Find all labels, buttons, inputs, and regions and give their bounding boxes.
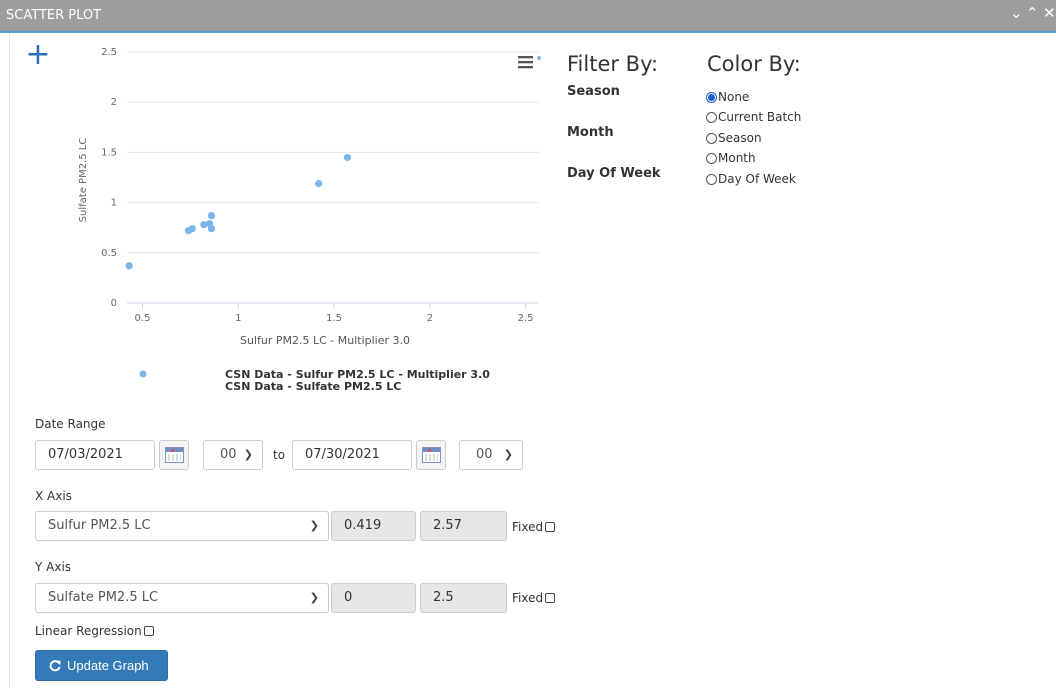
add-plus-button[interactable]: + [24, 40, 52, 70]
linear-regression-checkbox[interactable] [143, 626, 154, 636]
y-tick-label: 0.5 [101, 248, 117, 259]
x-axis-min-input[interactable]: 0.419 [331, 511, 416, 541]
x-axis-max-input[interactable]: 2.57 [420, 511, 507, 541]
y-tick-label: 2.5 [101, 47, 117, 58]
scatter-plot-panel: SCATTER PLOT ⌄ ⌃ ✕ + 0 0.5 1 1.5 2 2.5 0.5 1 1.5… [0, 0, 1056, 688]
chevron-down-icon: ❯ [309, 519, 319, 532]
start-date-input[interactable]: 07/03/2021 [35, 440, 155, 470]
end-date-input[interactable]: 07/30/2021 [292, 440, 412, 470]
panel-title: SCATTER PLOT [6, 8, 102, 23]
scatter-point[interactable] [315, 179, 323, 188]
radio-none[interactable] [706, 91, 717, 103]
y-axis-title: Sulfate PM2.5 LC [78, 138, 89, 223]
color-by-option-current-batch[interactable]: Current Batch [706, 110, 801, 124]
calendar-icon [422, 447, 441, 463]
legend-marker [139, 370, 147, 378]
x-axis-variable-select[interactable]: Sulfur PM2.5 LC ❯ [35, 511, 329, 541]
chevron-down-icon[interactable]: ⌄ [1010, 3, 1023, 23]
color-by-option-day-of-week[interactable]: Day Of Week [706, 172, 796, 186]
y-axis-max-input[interactable]: 2.5 [420, 583, 507, 613]
color-by-heading: Color By: [707, 52, 801, 76]
start-date-calendar-button[interactable] [159, 440, 189, 470]
end-date-calendar-button[interactable] [416, 440, 446, 470]
x-tick-label: 1.5 [326, 313, 342, 324]
scatter-point[interactable] [188, 225, 196, 233]
scatter-chart: 0 0.5 1 1.5 2 2.5 0.5 1 1.5 2 2.5 Sulfate PM2.5 LC… [78, 47, 541, 393]
color-by-option-season[interactable]: Season [706, 131, 762, 145]
x-axis-label: X Axis [35, 489, 72, 503]
x-axis-fixed-checkbox[interactable] [545, 522, 556, 532]
x-axis-title: Sulfur PM2.5 LC - Multiplier 3.0 [240, 334, 410, 347]
y-tick-label: 2 [111, 97, 117, 108]
to-label: to [273, 448, 286, 462]
chevron-down-icon: ❯ [309, 591, 319, 604]
scatter-point[interactable] [125, 262, 133, 270]
chevron-down-icon: ❯ [243, 448, 253, 461]
y-axis-min-input[interactable]: 0 [331, 583, 416, 613]
title-bar: SCATTER PLOT ⌄ ⌃ ✕ [0, 0, 1056, 33]
start-hour-select[interactable]: 00 ❯ [203, 440, 263, 470]
radio-current-batch[interactable] [706, 111, 717, 123]
chevron-down-icon: ❯ [503, 448, 513, 461]
linear-regression-toggle[interactable]: Linear Regression [35, 624, 154, 638]
scatter-point[interactable] [343, 153, 352, 162]
y-axis-label: Y Axis [35, 560, 72, 574]
date-range-label: Date Range [35, 417, 106, 431]
y-tick-label: 1.5 [101, 147, 117, 158]
close-icon[interactable]: ✕ [1043, 3, 1056, 23]
filter-season[interactable]: Season [567, 84, 620, 99]
y-tick-label: 1 [111, 198, 117, 209]
x-tick-label: 1 [235, 313, 241, 324]
radio-day-of-week[interactable] [706, 173, 717, 185]
legend-item-2: CSN Data - Sulfate PM2.5 LC [225, 380, 401, 393]
y-axis-fixed-toggle[interactable]: Fixed [512, 591, 556, 605]
y-tick-label: 0 [111, 298, 117, 309]
radio-season[interactable] [706, 132, 717, 144]
scatter-point[interactable] [207, 212, 216, 220]
chart-menu-icon[interactable] [518, 56, 533, 69]
x-tick-label: 0.5 [135, 313, 151, 324]
color-by-option-none[interactable]: None [706, 90, 749, 104]
chevron-up-icon[interactable]: ⌃ [1026, 3, 1039, 23]
x-tick-label: 2.5 [518, 313, 534, 324]
scatter-point[interactable] [207, 225, 216, 233]
calendar-icon [165, 447, 184, 463]
end-hour-select[interactable]: 00 ❯ [459, 440, 523, 470]
color-by-option-month[interactable]: Month [706, 151, 756, 165]
x-tick-label: 2 [427, 313, 433, 324]
refresh-icon [49, 660, 61, 672]
radio-month[interactable] [706, 152, 717, 164]
filter-month[interactable]: Month [567, 125, 614, 140]
update-graph-button[interactable]: Update Graph [35, 650, 168, 681]
y-axis-variable-select[interactable]: Sulfate PM2.5 LC ❯ [35, 583, 329, 613]
panel-border [9, 33, 10, 688]
x-axis-fixed-toggle[interactable]: Fixed [512, 520, 556, 534]
y-axis-fixed-checkbox[interactable] [545, 593, 556, 603]
chart-edge-marker [537, 56, 541, 60]
filter-day-of-week[interactable]: Day Of Week [567, 166, 661, 181]
filter-by-heading: Filter By: [567, 52, 659, 76]
